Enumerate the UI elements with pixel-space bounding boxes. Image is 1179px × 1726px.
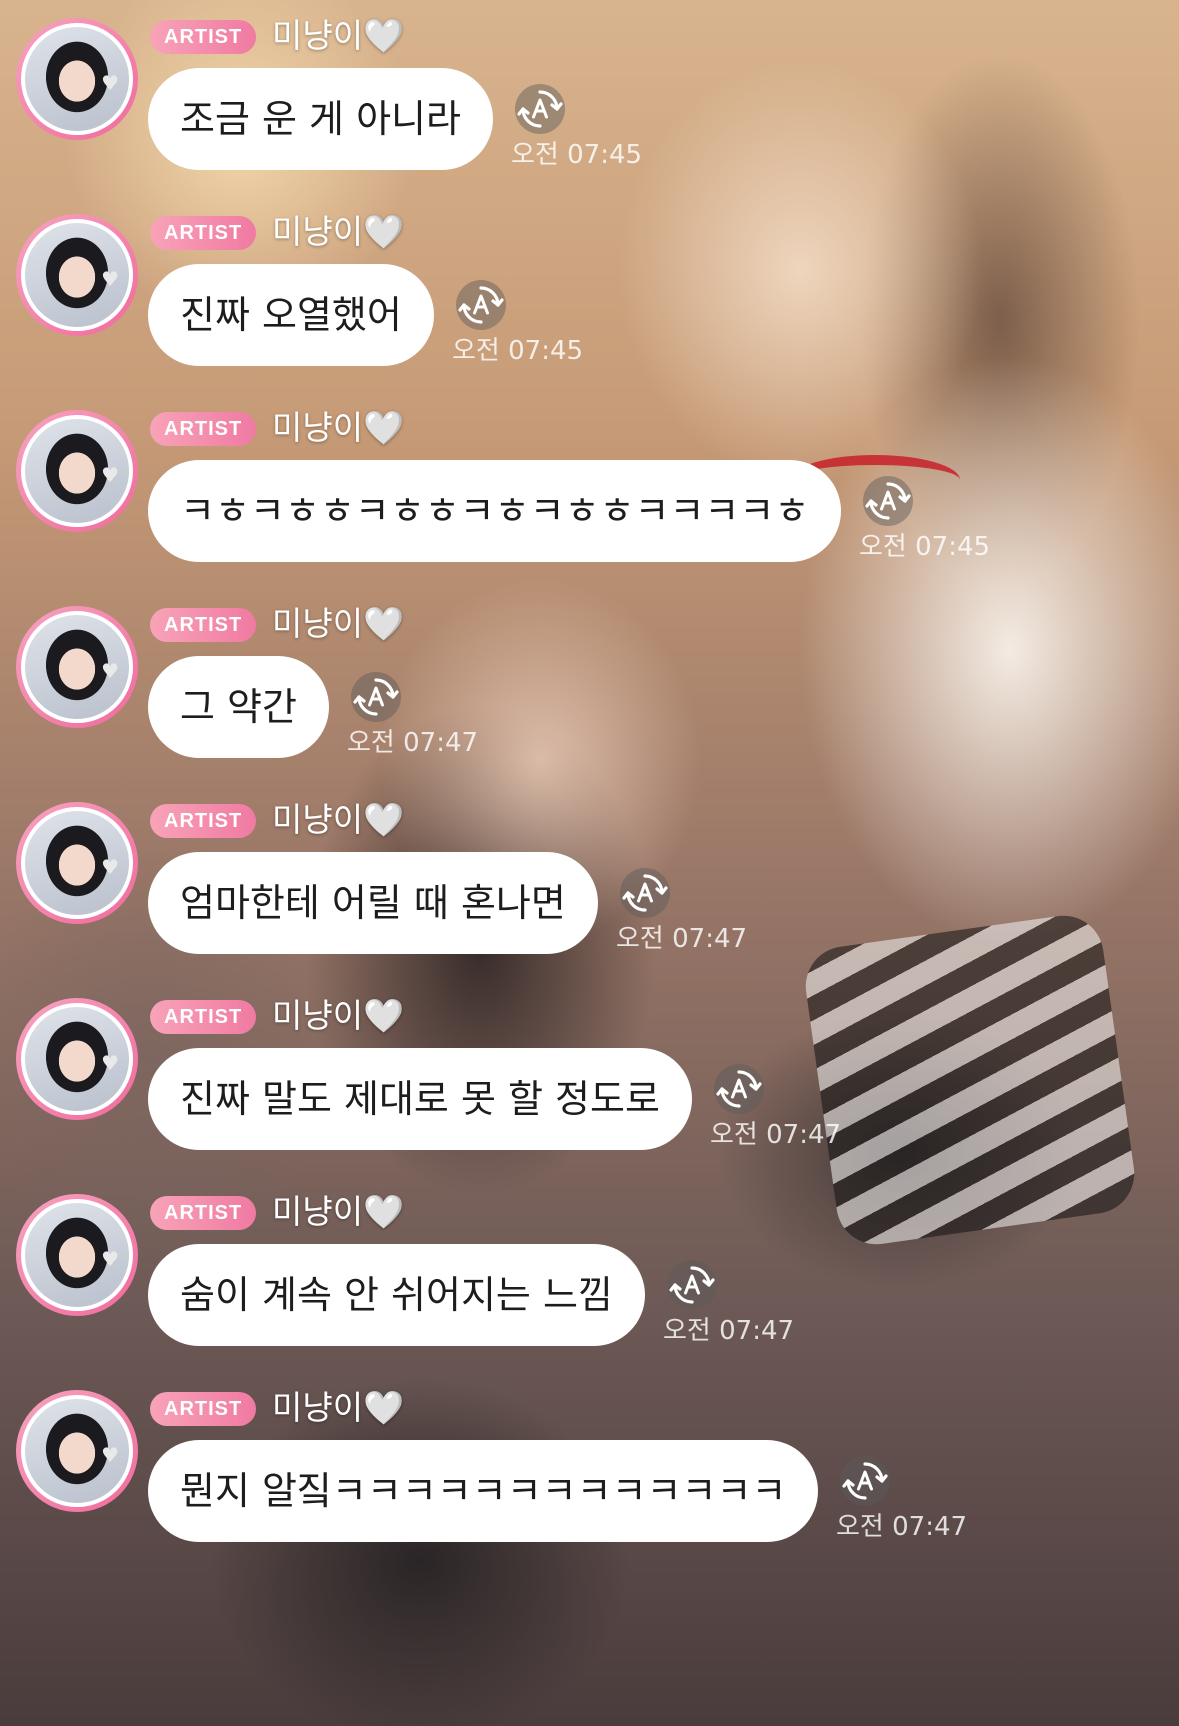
message-bubble[interactable]: 그 약간: [148, 656, 329, 758]
artist-badge: ARTIST: [150, 608, 257, 642]
sender-avatar[interactable]: ♥: [16, 1390, 138, 1512]
heart-icon: ♥: [101, 267, 119, 291]
translate-icon[interactable]: [456, 280, 506, 330]
message-timestamp: 오전 07:47: [347, 728, 479, 758]
sender-avatar[interactable]: ♥: [16, 1194, 138, 1316]
sender-name[interactable]: 미냥이🤍: [272, 994, 404, 1038]
sender-avatar[interactable]: ♥: [16, 802, 138, 924]
chat-message: ♥ ARTIST 미냥이🤍 ㅋㅎㅋㅎㅎㅋㅎㅎㅋㅎㅋㅎㅎㅋㅋㅋㅋㅎ 오전 07:4…: [0, 392, 1179, 588]
artist-badge: ARTIST: [150, 1392, 257, 1426]
chat-message: ♥ ARTIST 미냥이🤍 진짜 오열했어 오전 07:45: [0, 196, 1179, 392]
avatar-photo: ♥: [21, 1395, 133, 1507]
message-timestamp: 오전 07:45: [452, 336, 584, 366]
avatar-photo: ♥: [21, 23, 133, 135]
sender-avatar[interactable]: ♥: [16, 998, 138, 1120]
translate-icon[interactable]: [667, 1260, 717, 1310]
translate-icon[interactable]: [515, 84, 565, 134]
heart-icon: ♥: [101, 1443, 119, 1467]
chat-message: ♥ ARTIST 미냥이🤍 엄마한테 어릴 때 혼나면 오전 07:47: [0, 784, 1179, 980]
sender-avatar[interactable]: ♥: [16, 606, 138, 728]
message-timestamp: 오전 07:45: [859, 532, 991, 562]
message-timestamp: 오전 07:47: [616, 924, 748, 954]
heart-icon: ♥: [101, 71, 119, 95]
chat-message: ♥ ARTIST 미냥이🤍 숨이 계속 안 쉬어지는 느낌 오전 07:47: [0, 1176, 1179, 1372]
translate-icon[interactable]: [714, 1064, 764, 1114]
sender-name[interactable]: 미냥이🤍: [272, 798, 404, 842]
heart-icon: ♥: [101, 1247, 119, 1271]
chat-message: ♥ ARTIST 미냥이🤍 그 약간 오전 07:47: [0, 588, 1179, 784]
avatar-photo: ♥: [21, 415, 133, 527]
artist-badge: ARTIST: [150, 804, 257, 838]
artist-badge: ARTIST: [150, 412, 257, 446]
artist-badge: ARTIST: [150, 1000, 257, 1034]
message-timestamp: 오전 07:47: [710, 1120, 842, 1150]
message-bubble[interactable]: ㅋㅎㅋㅎㅎㅋㅎㅎㅋㅎㅋㅎㅎㅋㅋㅋㅋㅎ: [148, 460, 842, 562]
translate-icon[interactable]: [351, 672, 401, 722]
message-bubble[interactable]: 숨이 계속 안 쉬어지는 느낌: [148, 1244, 645, 1346]
avatar-photo: ♥: [21, 807, 133, 919]
avatar-photo: ♥: [21, 1199, 133, 1311]
sender-name[interactable]: 미냥이🤍: [272, 210, 404, 254]
artist-badge: ARTIST: [150, 1196, 257, 1230]
message-bubble[interactable]: 진짜 오열했어: [148, 264, 434, 366]
message-timestamp: 오전 07:47: [836, 1512, 968, 1542]
translate-icon[interactable]: [863, 476, 913, 526]
sender-avatar[interactable]: ♥: [16, 214, 138, 336]
sender-name[interactable]: 미냥이🤍: [272, 602, 404, 646]
heart-icon: ♥: [101, 463, 119, 487]
message-bubble[interactable]: 조금 운 게 아니라: [148, 68, 493, 170]
chat-message: ♥ ARTIST 미냥이🤍 진짜 말도 제대로 못 할 정도로 오전 07:47: [0, 980, 1179, 1176]
message-bubble[interactable]: 뭔지 알짘ㅋㅋㅋㅋㅋㅋㅋㅋㅋㅋㅋㅋㅋ: [148, 1440, 819, 1542]
artist-badge: ARTIST: [150, 20, 257, 54]
avatar-photo: ♥: [21, 611, 133, 723]
sender-avatar[interactable]: ♥: [16, 410, 138, 532]
message-bubble[interactable]: 엄마한테 어릴 때 혼나면: [148, 852, 598, 954]
message-bubble[interactable]: 진짜 말도 제대로 못 할 정도로: [148, 1048, 692, 1150]
chat-message: ♥ ARTIST 미냥이🤍 조금 운 게 아니라 오전 07:45: [0, 0, 1179, 196]
sender-name[interactable]: 미냥이🤍: [272, 14, 404, 58]
sender-avatar[interactable]: ♥: [16, 18, 138, 140]
message-timestamp: 오전 07:47: [663, 1316, 795, 1346]
heart-icon: ♥: [101, 855, 119, 879]
heart-icon: ♥: [101, 659, 119, 683]
heart-icon: ♥: [101, 1051, 119, 1075]
translate-icon[interactable]: [840, 1456, 890, 1506]
translate-icon[interactable]: [620, 868, 670, 918]
chat-message: ♥ ARTIST 미냥이🤍 뭔지 알짘ㅋㅋㅋㅋㅋㅋㅋㅋㅋㅋㅋㅋㅋ 오전 07:4…: [0, 1372, 1179, 1568]
avatar-photo: ♥: [21, 1003, 133, 1115]
sender-name[interactable]: 미냥이🤍: [272, 406, 404, 450]
avatar-photo: ♥: [21, 219, 133, 331]
artist-badge: ARTIST: [150, 216, 257, 250]
sender-name[interactable]: 미냥이🤍: [272, 1190, 404, 1234]
sender-name[interactable]: 미냥이🤍: [272, 1386, 404, 1430]
message-timestamp: 오전 07:45: [511, 140, 643, 170]
